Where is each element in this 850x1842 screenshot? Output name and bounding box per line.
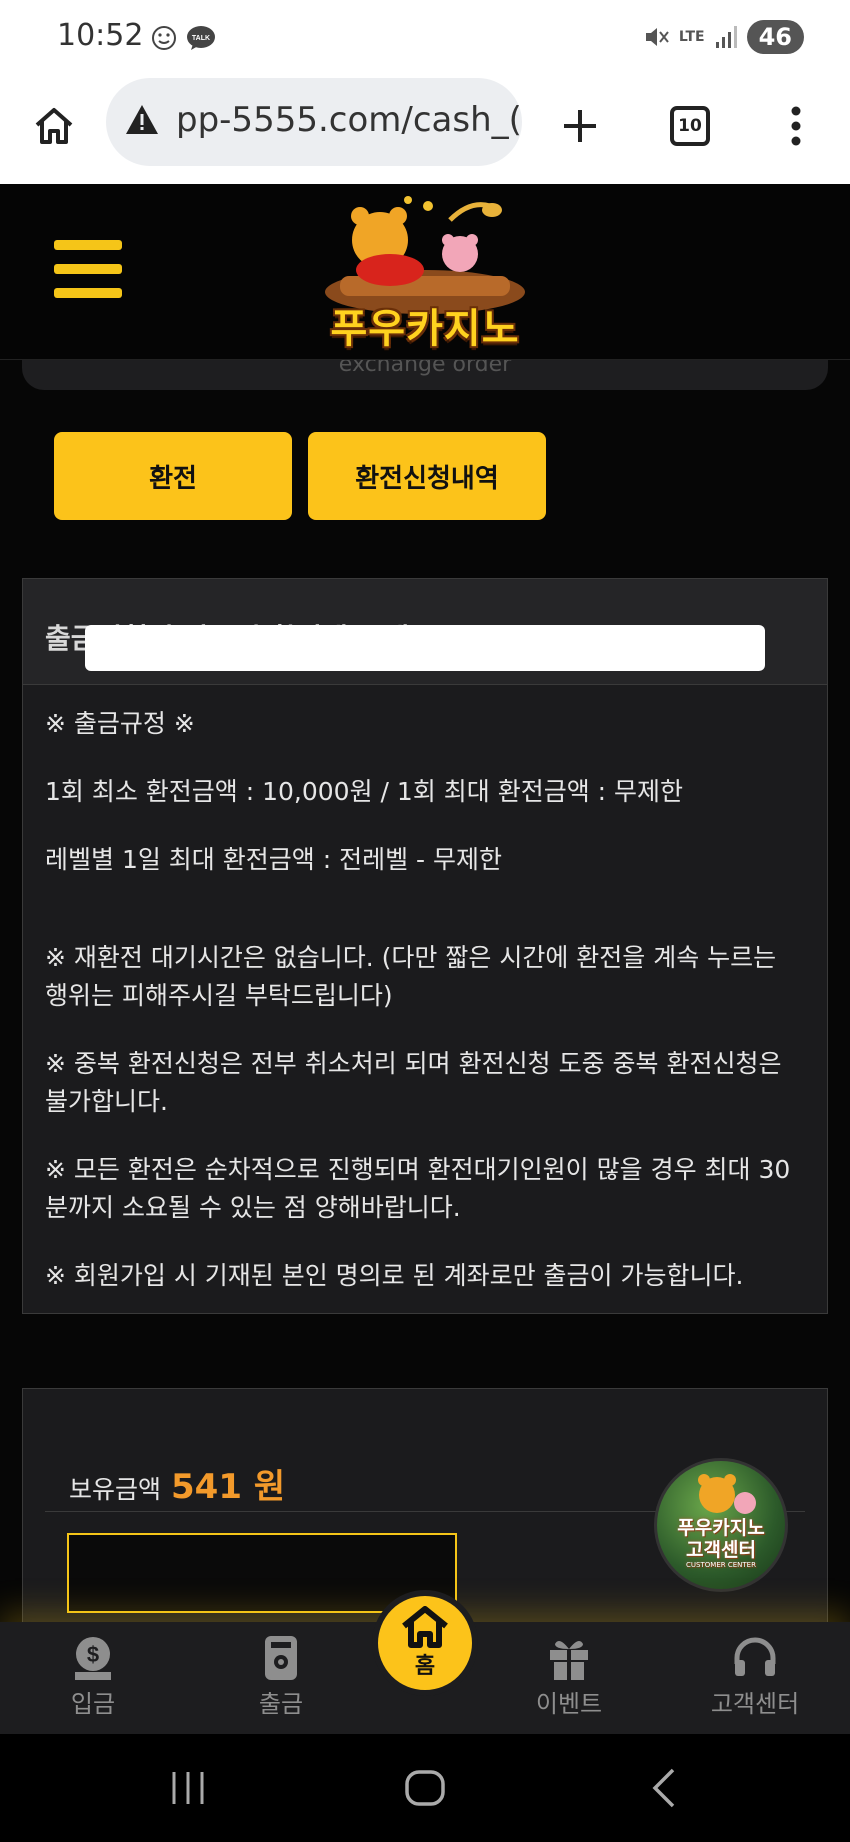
back-button[interactable] (634, 1760, 694, 1816)
nav-withdraw[interactable]: 출금 (206, 1634, 356, 1730)
nav-deposit[interactable]: $ 입금 (18, 1634, 168, 1730)
logo-text: 푸우카지노 (330, 306, 520, 352)
atm-icon (265, 1636, 297, 1680)
system-nav-bar (0, 1734, 850, 1842)
rule-account: ※ 회원가입 시 기재된 본인 명의로 된 계좌로만 출금이 가능합니다. (45, 1261, 744, 1290)
nav-withdraw-label: 출금 (258, 1690, 304, 1718)
status-time: 10:52 (57, 18, 144, 53)
nav-support[interactable]: 고객센터 (680, 1634, 830, 1730)
nav-event[interactable]: 이벤트 (494, 1634, 644, 1730)
kakaotalk-icon: TALK (187, 26, 215, 50)
network-label: LTE (678, 28, 705, 45)
browser-toolbar: pp-5555.com/cash_( 10 (0, 72, 850, 184)
rule-daily-limit: 레벨별 1일 최대 환전금액 : 전레벨 - 무제한 (45, 845, 502, 874)
headset-icon (734, 1637, 776, 1676)
signal-icon (715, 26, 737, 48)
nav-home[interactable]: 홈 (372, 1590, 478, 1696)
tab-exchange-history[interactable]: 환전신청내역 (308, 432, 546, 520)
nav-event-label: 이벤트 (535, 1690, 603, 1718)
nav-support-label: 고객센터 (710, 1690, 800, 1718)
withdrawal-rules-panel: 출금신청전 반드시 확인해 주세요 ※ 출금규정 ※ 1회 최소 환전금액 : … (22, 578, 828, 1314)
balance-row: 보유금액 541 원 (69, 1459, 285, 1508)
cs-subtitle: CUSTOMER CENTER (686, 1561, 756, 1569)
more-vertical-icon (791, 106, 801, 146)
rule-min-max: 1회 최소 환전금액 : 10,000원 / 1회 최대 환전금액 : 무제한 (45, 777, 684, 806)
rule-order: ※ 모든 환전은 순차적으로 진행되며 환전대기인원이 많을 경우 최대 30분… (45, 1155, 791, 1222)
rules-body: ※ 출금규정 ※ 1회 최소 환전금액 : 10,000원 / 1회 최대 환전… (23, 685, 827, 1345)
site-header: 푸우카지노 (0, 184, 850, 360)
home-icon (35, 108, 73, 144)
recent-apps-button[interactable] (158, 1760, 218, 1816)
pooh-icon (698, 1474, 756, 1514)
bottom-nav: $ 입금 출금 홈 이벤트 고객센터 (0, 1590, 850, 1734)
menu-bar-icon (54, 240, 122, 250)
home-icon (402, 1606, 448, 1648)
tab-switcher-button[interactable]: 10 (660, 96, 720, 156)
menu-bar-icon (54, 264, 122, 274)
rules-header: 출금신청전 반드시 확인해 주세요 (23, 579, 827, 685)
toast-overlay (85, 625, 765, 671)
url-text: pp-5555.com/cash_( (176, 100, 522, 140)
status-bar: 10:52 TALK LTE 46 (0, 0, 850, 72)
money-bag-icon: $ (75, 1637, 111, 1680)
plus-icon (564, 110, 596, 142)
rules-heading: ※ 출금규정 ※ (45, 709, 195, 738)
recent-apps-icon (172, 1772, 204, 1804)
customer-center-text: 푸우카지노 고객센터 CUSTOMER CENTER (657, 1517, 785, 1570)
menu-button[interactable] (54, 240, 122, 300)
system-home-button[interactable] (395, 1760, 455, 1816)
nav-home-label: 홈 (414, 1654, 436, 1679)
mute-icon (645, 28, 669, 46)
address-bar[interactable]: pp-5555.com/cash_( (106, 78, 522, 166)
cs-title: 고객센터 (686, 1539, 756, 1561)
browser-home-button[interactable] (24, 96, 84, 156)
balance-value: 541 원 (171, 1467, 286, 1507)
rule-duplicate: ※ 중복 환전신청은 전부 취소처리 되며 환전신청 도중 중복 환전신청은 불… (45, 1049, 782, 1116)
circle-home-icon (405, 1770, 445, 1806)
rule-wait-time: ※ 재환전 대기시간은 없습니다. (다만 짧은 시간에 환전을 계속 누르는 … (45, 943, 777, 1010)
svg-text:$: $ (87, 1642, 99, 1667)
customer-center-badge[interactable]: 푸우카지노 고객센터 CUSTOMER CENTER (654, 1458, 788, 1592)
balance-label: 보유금액 (69, 1475, 162, 1504)
cs-brand: 푸우카지노 (677, 1517, 765, 1539)
gift-icon (550, 1640, 588, 1680)
new-tab-button[interactable] (550, 96, 610, 156)
smiley-icon (152, 26, 176, 50)
exchange-header-panel: exchange order (22, 360, 828, 390)
back-chevron-icon (652, 1768, 675, 1808)
warning-icon[interactable] (124, 102, 160, 138)
tab-count: 10 (670, 106, 710, 146)
svg-text:TALK: TALK (192, 35, 210, 42)
panel-subtitle: exchange order (338, 360, 512, 377)
battery-indicator: 46 (746, 20, 804, 54)
nav-deposit-label: 입금 (70, 1690, 116, 1718)
browser-menu-button[interactable] (766, 96, 826, 156)
menu-bar-icon (54, 288, 122, 298)
site-logo[interactable]: 푸우카지노 (300, 192, 550, 352)
main-content: exchange order 환전 환전신청내역 출금신청전 반드시 확인해 주… (0, 360, 850, 1622)
tab-exchange[interactable]: 환전 (54, 432, 292, 520)
status-indicators: LTE 46 (643, 20, 804, 54)
